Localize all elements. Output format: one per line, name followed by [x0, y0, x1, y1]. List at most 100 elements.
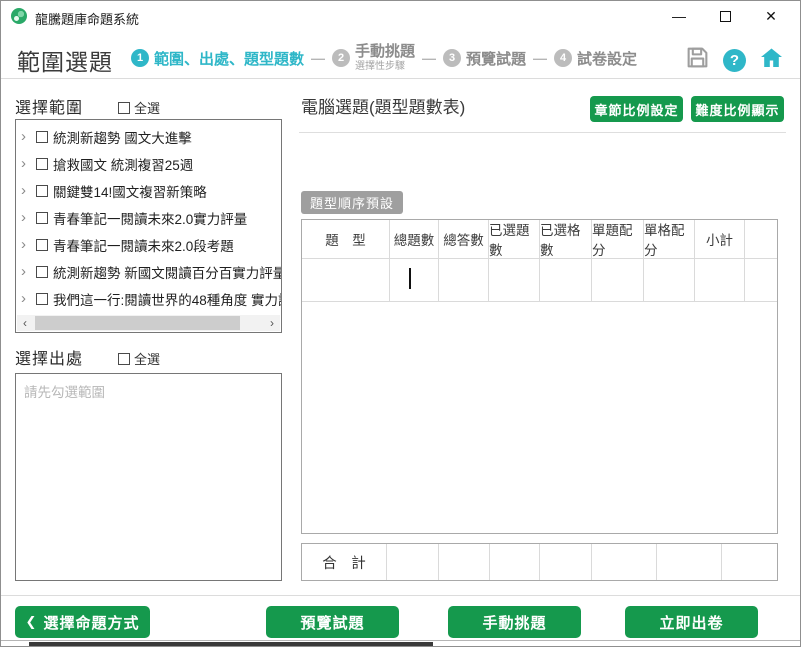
cell-points-per-question[interactable] [592, 259, 644, 302]
total-label: 合 計 [302, 544, 387, 580]
scroll-right-icon[interactable]: › [264, 315, 280, 331]
col-header-points-per-blank: 單格配分 [644, 220, 695, 259]
total-cell [387, 544, 439, 580]
item-checkbox[interactable] [36, 239, 48, 251]
col-header-selected-questions: 已選題數 [489, 220, 540, 259]
total-cell [657, 544, 722, 580]
step-2-manual-pick[interactable]: 2 手動挑題 選擇性步驟 [332, 44, 415, 72]
total-cell [490, 544, 540, 580]
expand-chevron-icon[interactable]: › [21, 291, 31, 306]
horizontal-scrollbar[interactable]: ‹ › [17, 315, 280, 331]
total-cell [439, 544, 490, 580]
col-header-total-questions: 總題數 [390, 220, 439, 259]
cell-type[interactable] [302, 259, 390, 302]
cell-total-answers[interactable] [439, 259, 489, 302]
scrollbar-thumb[interactable] [35, 316, 240, 330]
cell-selected-questions[interactable] [489, 259, 540, 302]
expand-chevron-icon[interactable]: › [21, 237, 31, 252]
type-order-chip[interactable]: 題型順序預設 [301, 191, 403, 214]
window-bottom-edge [1, 640, 800, 641]
back-chevron-icon: ❮ [26, 614, 38, 630]
page-title: 範圍選題 [17, 43, 113, 77]
cell-selected-blanks[interactable] [540, 259, 592, 302]
total-row: 合 計 [301, 543, 778, 581]
wizard-header: 範圍選題 1 範圍、出處、題型題數 — 2 手動挑題 選擇性步驟 — 3 預覽試… [1, 31, 800, 79]
app-logo-icon [11, 8, 27, 24]
panel-title: 電腦選題(題型題數表) [301, 93, 465, 118]
window-title: 龍騰題庫命題系統 [35, 9, 139, 28]
back-button-label: 選擇命題方式 [43, 612, 139, 633]
text-cursor [409, 268, 411, 289]
step-connector: — [311, 50, 325, 66]
source-select-all-checkbox[interactable] [118, 353, 130, 365]
range-tree-item[interactable]: › 我們這一行:閱讀世界的48種角度 實力評量 [16, 285, 281, 312]
col-header-selected-blanks: 已選格數 [540, 220, 592, 259]
taskbar-fragment [29, 642, 433, 647]
expand-chevron-icon[interactable]: › [21, 129, 31, 144]
question-type-table: 題 型 總題數 總答數 已選題數 已選格數 單題配分 單格配分 小計 [301, 219, 778, 534]
expand-chevron-icon[interactable]: › [21, 156, 31, 171]
step-1-label: 範圍、出處、題型題數 [154, 48, 304, 69]
home-icon[interactable] [759, 46, 784, 75]
difficulty-ratio-button[interactable]: 難度比例顯示 [691, 96, 784, 122]
source-select-all[interactable]: 全選 [118, 349, 160, 368]
range-select-all[interactable]: 全選 [118, 98, 160, 117]
manual-pick-button[interactable]: 手動挑題 [448, 606, 581, 638]
expand-chevron-icon[interactable]: › [21, 210, 31, 225]
source-placeholder: 請先勾選範圍 [24, 385, 105, 400]
expand-chevron-icon[interactable]: › [21, 183, 31, 198]
item-checkbox[interactable] [36, 212, 48, 224]
step-connector: — [422, 50, 436, 66]
step-3-preview[interactable]: 3 預覽試題 [443, 48, 526, 69]
step-4-settings[interactable]: 4 試卷設定 [554, 48, 637, 69]
item-checkbox[interactable] [36, 293, 48, 305]
range-tree-item[interactable]: › 統測新趨勢 新國文閱讀百分百實力評量 [16, 258, 281, 285]
step-1-range[interactable]: 1 範圍、出處、題型題數 [131, 48, 304, 69]
step-1-number: 1 [131, 49, 149, 67]
preview-questions-button[interactable]: 預覽試題 [266, 606, 399, 638]
range-tree-item[interactable]: › 搶救國文 統測複習25週 [16, 150, 281, 177]
range-select-all-label: 全選 [134, 98, 160, 117]
total-cell [540, 544, 592, 580]
maximize-icon[interactable] [702, 1, 748, 31]
item-checkbox[interactable] [36, 185, 48, 197]
item-checkbox[interactable] [36, 266, 48, 278]
total-cell [722, 544, 777, 580]
range-tree-item[interactable]: › 青春筆記一閱讀未來2.0段考題 [16, 231, 281, 258]
cell-extra[interactable] [745, 259, 777, 302]
back-to-method-button[interactable]: ❮ 選擇命題方式 [15, 606, 150, 638]
source-select-all-label: 全選 [134, 349, 160, 368]
generate-paper-button[interactable]: 立即出卷 [625, 606, 758, 638]
save-icon[interactable] [685, 45, 710, 75]
cell-subtotal[interactable] [695, 259, 745, 302]
cell-total-questions[interactable] [390, 259, 439, 302]
item-checkbox[interactable] [36, 158, 48, 170]
scroll-left-icon[interactable]: ‹ [17, 315, 33, 331]
range-tree-item[interactable]: › 關鍵雙14!國文複習新策略 [16, 177, 281, 204]
title-bar: 龍騰題庫命題系統 — ✕ [1, 1, 800, 31]
col-header-extra [745, 220, 777, 259]
expand-chevron-icon[interactable]: › [21, 264, 31, 279]
table-header-row: 題 型 總題數 總答數 已選題數 已選格數 單題配分 單格配分 小計 [302, 220, 777, 259]
step-2-label: 手動挑題 [355, 44, 415, 61]
app-logo-highlight [14, 16, 19, 21]
table-row [302, 259, 777, 302]
col-header-points-per-question: 單題配分 [592, 220, 644, 259]
step-3-label: 預覽試題 [466, 48, 526, 69]
source-list: 請先勾選範圍 [15, 373, 282, 581]
range-tree-item[interactable]: › 青春筆記一閱讀未來2.0實力評量 [16, 204, 281, 231]
range-select-all-checkbox[interactable] [118, 102, 130, 114]
close-icon[interactable]: ✕ [748, 1, 794, 31]
col-header-type: 題 型 [302, 220, 390, 259]
step-4-number: 4 [554, 49, 572, 67]
panel-divider [299, 132, 786, 133]
minimize-icon[interactable]: — [656, 1, 702, 31]
footer-divider [1, 595, 800, 596]
step-2-number: 2 [332, 49, 350, 67]
item-checkbox[interactable] [36, 131, 48, 143]
total-cell [592, 544, 657, 580]
chapter-ratio-button[interactable]: 章節比例設定 [590, 96, 683, 122]
range-tree-item[interactable]: › 統測新趨勢 國文大進擊 [16, 123, 281, 150]
cell-points-per-blank[interactable] [644, 259, 695, 302]
help-icon[interactable]: ? [723, 49, 746, 72]
